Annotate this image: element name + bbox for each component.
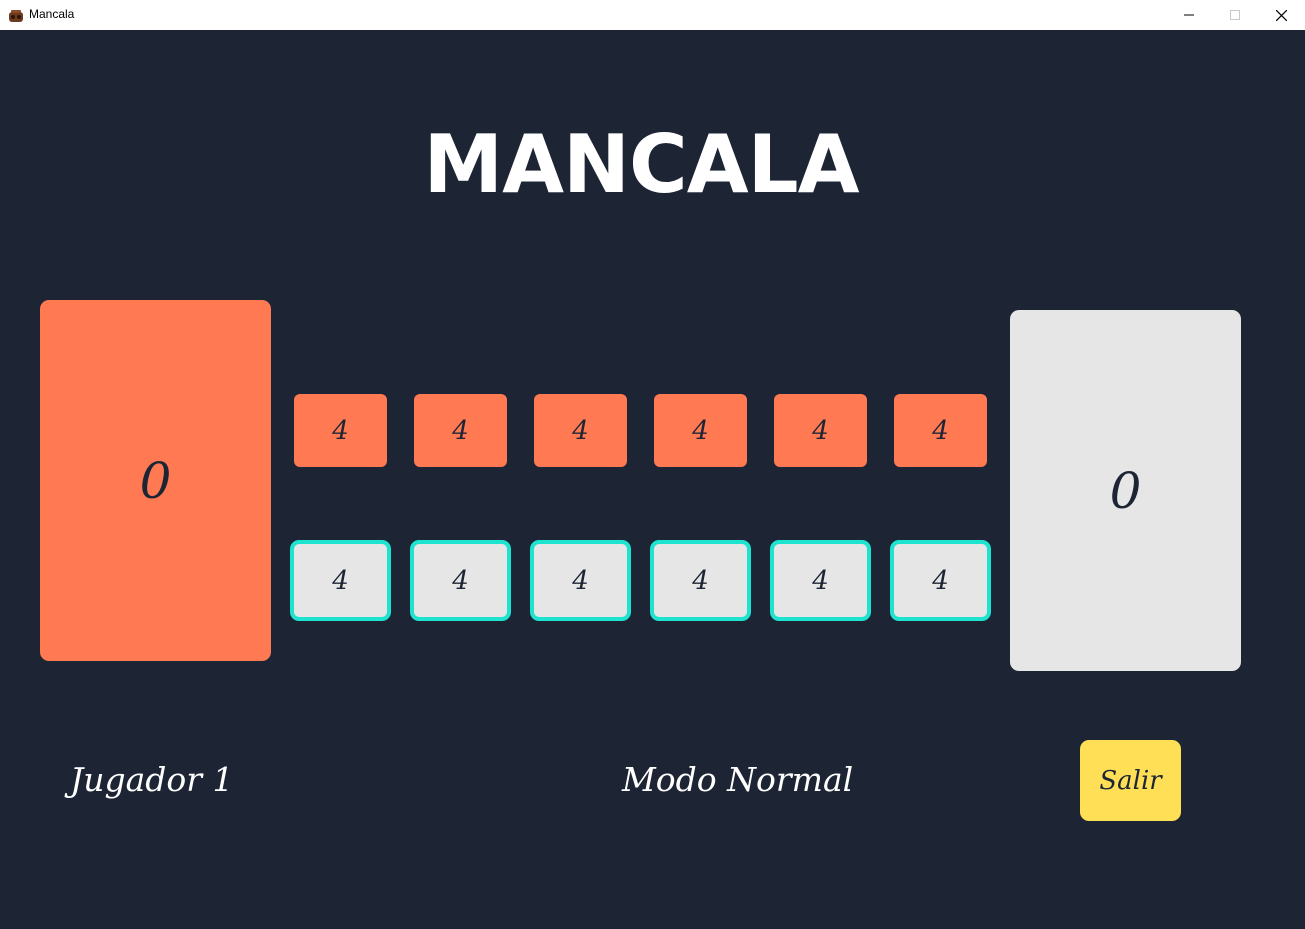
window-title: Mancala <box>29 7 75 21</box>
exit-button[interactable]: Salir <box>1080 740 1181 821</box>
bottom-pit-4[interactable]: 4 <box>650 540 751 621</box>
game-title: MANCALA <box>423 118 860 211</box>
top-pit-1[interactable]: 4 <box>294 394 387 467</box>
close-button[interactable] <box>1258 0 1304 30</box>
bottom-pit-3[interactable]: 4 <box>530 540 631 621</box>
window-titlebar[interactable]: Mancala <box>0 0 1305 30</box>
current-player-label: Jugador 1 <box>70 760 234 799</box>
bottom-pit-2[interactable]: 4 <box>410 540 511 621</box>
minimize-icon <box>1184 14 1194 16</box>
player-two-store: 0 <box>1010 310 1241 671</box>
game-mode-label: Modo Normal <box>622 760 854 799</box>
minimize-button[interactable] <box>1166 0 1212 30</box>
mancala-board-icon <box>8 8 24 22</box>
top-pit-5[interactable]: 4 <box>774 394 867 467</box>
bottom-pit-1[interactable]: 4 <box>290 540 391 621</box>
maximize-button[interactable] <box>1212 0 1258 30</box>
top-pit-4[interactable]: 4 <box>654 394 747 467</box>
bottom-pit-6[interactable]: 4 <box>890 540 991 621</box>
close-icon <box>1275 9 1287 21</box>
top-pit-6[interactable]: 4 <box>894 394 987 467</box>
top-pit-2[interactable]: 4 <box>414 394 507 467</box>
bottom-pit-5[interactable]: 4 <box>770 540 871 621</box>
maximize-icon <box>1230 10 1240 20</box>
top-pit-3[interactable]: 4 <box>534 394 627 467</box>
player-one-store: 0 <box>40 300 271 661</box>
